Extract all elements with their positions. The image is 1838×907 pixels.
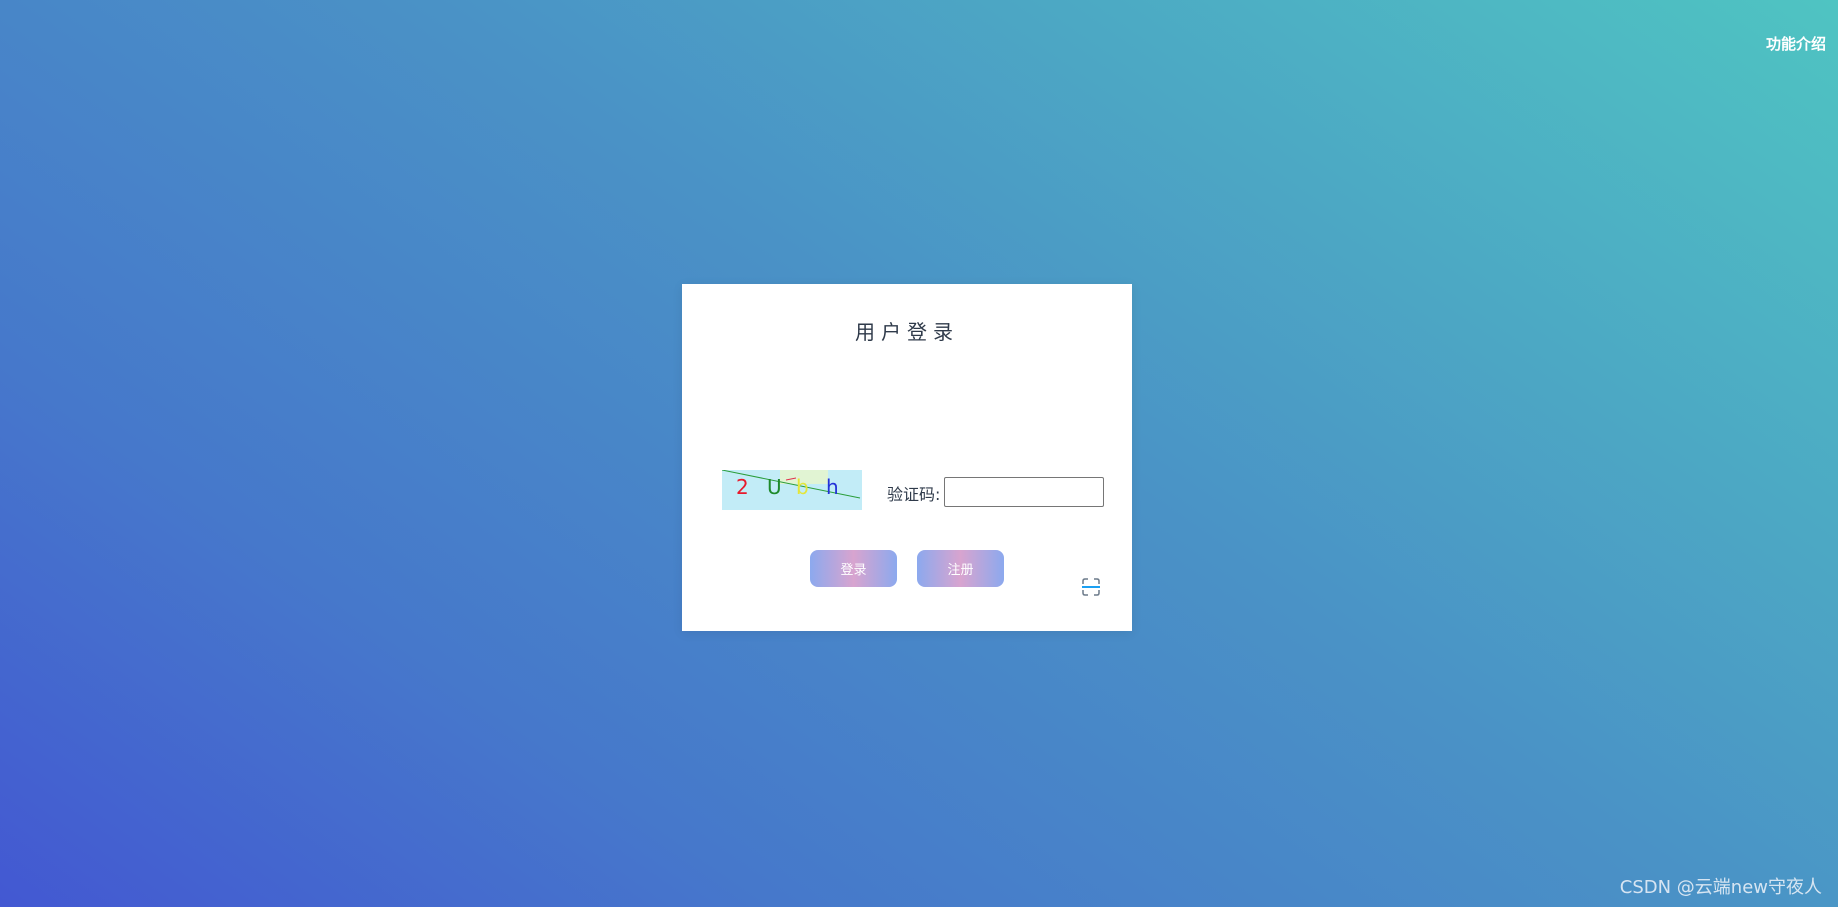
register-button[interactable]: 注册 [917,550,1004,587]
captcha-image[interactable]: 2 U b h [722,470,862,510]
login-button[interactable]: 登录 [810,550,897,587]
captcha-graphic: 2 U b h [722,470,861,499]
captcha-char-2: U [767,475,782,499]
captcha-char-3: b [796,475,809,499]
page-title: 用户登录 [855,320,959,344]
login-card: 用户登录 2 U b h 验证码: 登录 注册 [682,284,1132,631]
captcha-input[interactable] [944,477,1104,507]
captcha-label: 验证码: [887,485,941,504]
feature-intro-link[interactable]: 功能介绍 [1766,33,1826,54]
watermark: CSDN @云端new守夜人 [1619,877,1822,898]
scan-icon[interactable] [1081,577,1101,597]
captcha-char-1: 2 [736,475,749,499]
captcha-char-4: h [826,475,839,499]
